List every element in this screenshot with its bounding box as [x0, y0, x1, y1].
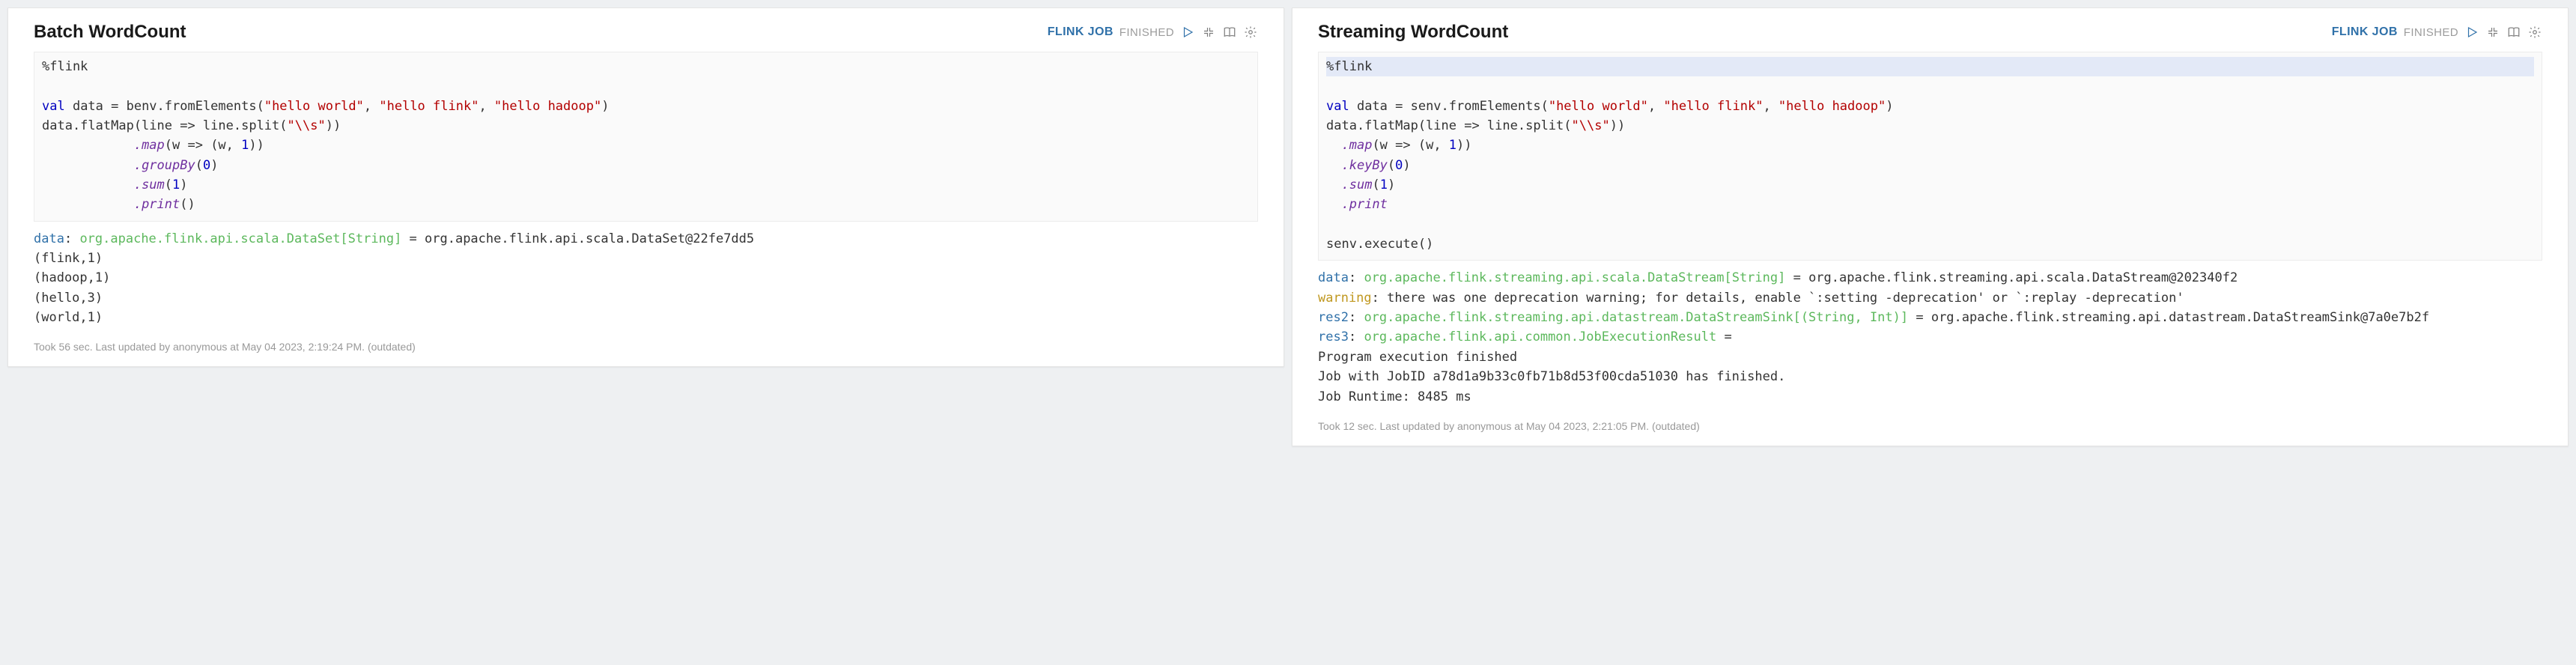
- output-data-type: org.apache.flink.api.scala.DataSet[Strin…: [79, 231, 401, 246]
- gear-icon[interactable]: [1243, 25, 1258, 40]
- run-button[interactable]: [2464, 25, 2479, 40]
- output-block: data: org.apache.flink.api.scala.DataSet…: [34, 229, 1258, 328]
- book-icon[interactable]: [2506, 25, 2521, 40]
- panel-title: Batch WordCount: [34, 22, 186, 43]
- output-tail: Program execution finished Job with JobI…: [1318, 350, 1785, 404]
- flink-job-link[interactable]: FLINK JOB: [2317, 25, 2398, 40]
- collapse-icon[interactable]: [1201, 25, 1216, 40]
- flink-job-link[interactable]: FLINK JOB: [1033, 25, 1114, 40]
- collapse-icon[interactable]: [2485, 25, 2500, 40]
- list-icon: [1033, 25, 1045, 40]
- code-editor[interactable]: %flink val data = benv.fromElements("hel…: [34, 52, 1258, 222]
- batch-wordcount-panel: Batch WordCount FLINK JOB FINISHED: [7, 7, 1284, 367]
- panel-header: Streaming WordCount FLINK JOB FINISHED: [1318, 22, 2542, 43]
- output-res2-label: res2: [1318, 310, 1349, 325]
- flink-job-label: FLINK JOB: [1048, 25, 1114, 39]
- status-badge: FINISHED: [1120, 26, 1174, 39]
- flink-job-label: FLINK JOB: [2332, 25, 2398, 39]
- list-icon: [2317, 25, 2329, 40]
- gear-icon[interactable]: [2527, 25, 2542, 40]
- book-icon[interactable]: [1222, 25, 1237, 40]
- panel-header: Batch WordCount FLINK JOB FINISHED: [34, 22, 1258, 43]
- output-warn-label: warning: [1318, 291, 1372, 306]
- status-badge: FINISHED: [2404, 26, 2458, 39]
- panel-toolbar: FLINK JOB FINISHED: [2317, 25, 2542, 40]
- output-res3-label: res3: [1318, 330, 1349, 344]
- footer-note: Took 56 sec. Last updated by anonymous a…: [34, 341, 1258, 353]
- interpreter-line: %flink: [42, 59, 88, 74]
- interpreter-line: %flink: [1326, 57, 2534, 76]
- panel-toolbar: FLINK JOB FINISHED: [1033, 25, 1258, 40]
- streaming-wordcount-panel: Streaming WordCount FLINK JOB FINISHED: [1292, 7, 2569, 446]
- output-data-type: org.apache.flink.streaming.api.scala.Dat…: [1364, 270, 1785, 285]
- run-button[interactable]: [1180, 25, 1195, 40]
- output-data-label: data: [1318, 270, 1349, 285]
- code-editor[interactable]: %flink val data = senv.fromElements("hel…: [1318, 52, 2542, 261]
- output-block: data: org.apache.flink.streaming.api.sca…: [1318, 268, 2542, 406]
- panel-title: Streaming WordCount: [1318, 22, 1508, 43]
- output-data-label: data: [34, 231, 64, 246]
- footer-note: Took 12 sec. Last updated by anonymous a…: [1318, 420, 2542, 432]
- output-rows: (flink,1) (hadoop,1) (hello,3) (world,1): [34, 251, 110, 325]
